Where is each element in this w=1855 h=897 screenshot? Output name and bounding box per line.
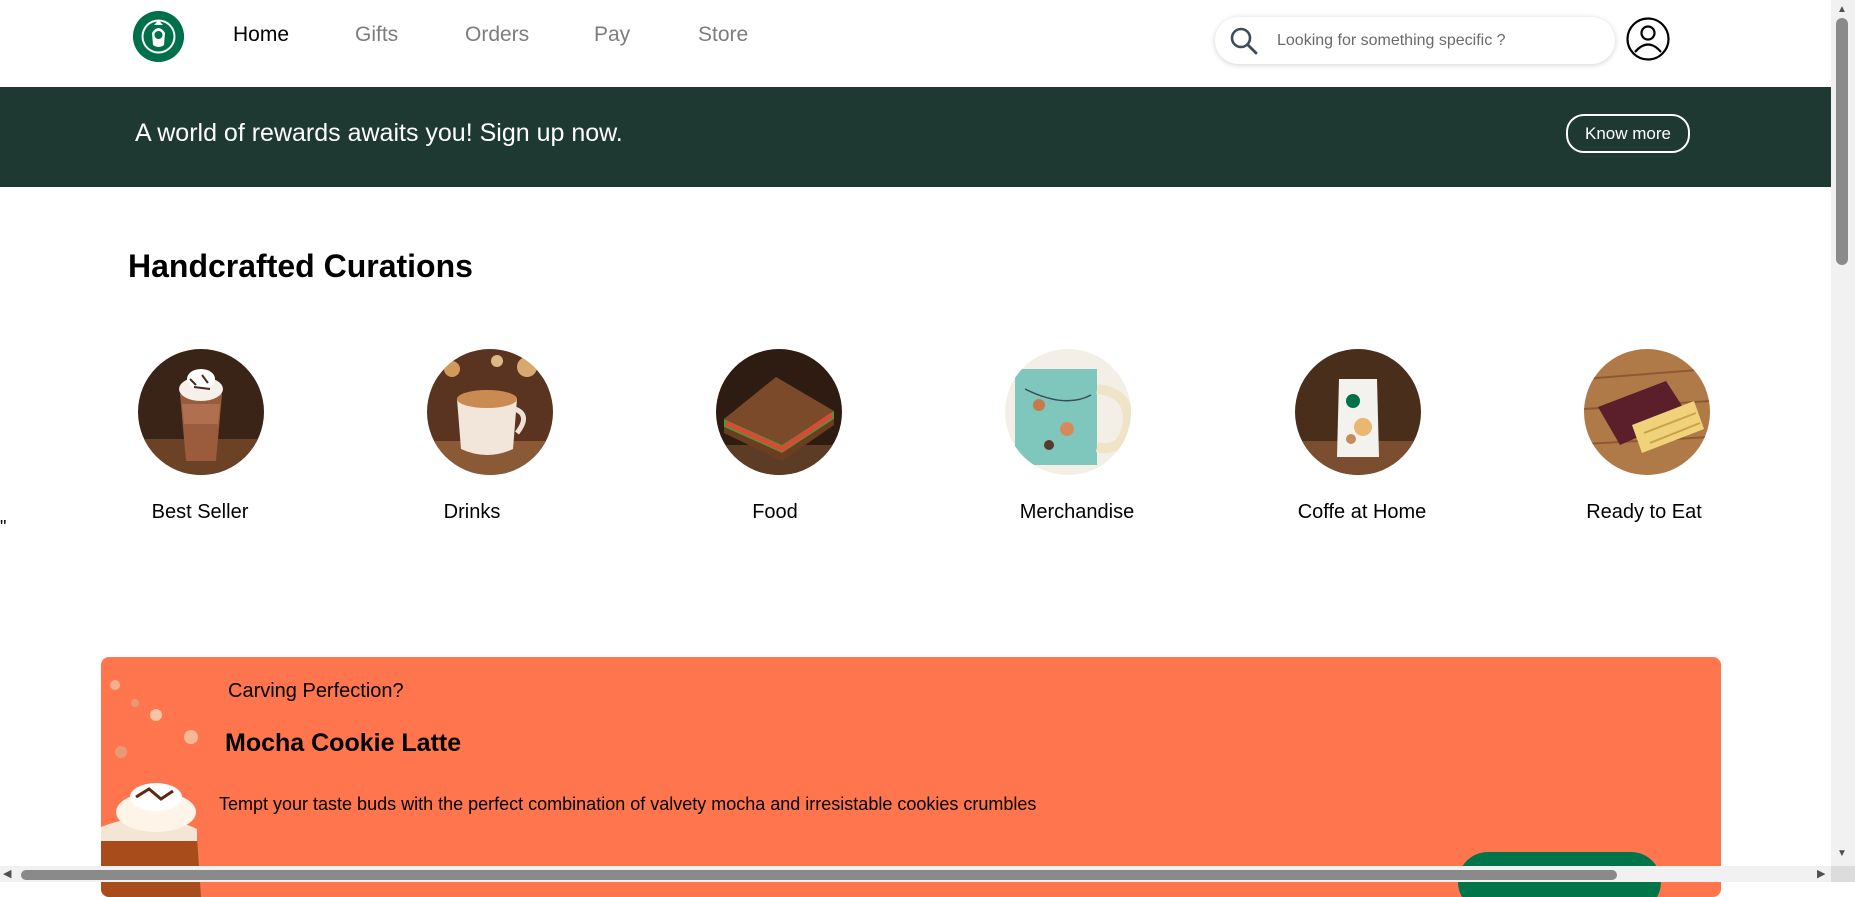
nav-pay[interactable]: Pay bbox=[594, 23, 630, 47]
nav-gifts[interactable]: Gifts bbox=[355, 23, 398, 47]
horizontal-scroll-thumb[interactable] bbox=[21, 870, 1617, 880]
sandwich-image bbox=[716, 349, 842, 475]
scroll-down-arrow-icon[interactable]: ▼ bbox=[1837, 848, 1847, 859]
promo-kicker: Carving Perfection? bbox=[228, 680, 404, 702]
category-merchandise[interactable] bbox=[1005, 349, 1131, 475]
stray-quote-text: " bbox=[0, 517, 7, 537]
nav-home[interactable]: Home bbox=[233, 23, 289, 47]
category-label-ready-to-eat: Ready to Eat bbox=[1586, 501, 1702, 523]
starbucks-logo[interactable] bbox=[133, 11, 184, 62]
category-label-food: Food bbox=[752, 501, 798, 523]
scroll-right-arrow-icon[interactable]: ▶ bbox=[1817, 867, 1825, 880]
mug-image bbox=[1005, 349, 1131, 475]
user-icon[interactable] bbox=[1626, 17, 1670, 61]
rewards-banner: A world of rewards awaits you! Sign up n… bbox=[0, 87, 1831, 187]
horizontal-scrollbar[interactable]: ◀ ▶ bbox=[0, 866, 1831, 882]
vertical-scroll-thumb[interactable] bbox=[1836, 18, 1848, 265]
scrollbar-corner bbox=[1831, 866, 1855, 882]
category-label-merchandise: Merchandise bbox=[1019, 501, 1135, 523]
scroll-left-arrow-icon[interactable]: ◀ bbox=[3, 867, 11, 880]
promo-title: Mocha Cookie Latte bbox=[225, 729, 462, 757]
top-navigation-bar: Home Gifts Orders Pay Store bbox=[0, 0, 1831, 87]
coffee-bag-image bbox=[1295, 349, 1421, 475]
promo-description: Tempt your taste buds with the perfect c… bbox=[219, 794, 1037, 814]
search-input[interactable] bbox=[1275, 25, 1599, 57]
category-drinks[interactable] bbox=[427, 349, 553, 475]
rewards-banner-text: A world of rewards awaits you! Sign up n… bbox=[135, 119, 623, 147]
promo-card: Carving Perfection? Mocha Cookie Latte T… bbox=[101, 657, 1721, 897]
scroll-up-arrow-icon[interactable]: ▲ bbox=[1837, 4, 1847, 15]
nav-orders[interactable]: Orders bbox=[465, 23, 529, 47]
category-label-best-seller: Best Seller bbox=[151, 501, 249, 523]
search-box bbox=[1215, 17, 1615, 64]
category-label-drinks: Drinks bbox=[443, 501, 501, 523]
category-food[interactable] bbox=[716, 349, 842, 475]
category-label-coffee-at-home: Coffe at Home bbox=[1297, 501, 1427, 523]
category-coffee-at-home[interactable] bbox=[1295, 349, 1421, 475]
category-ready-to-eat[interactable] bbox=[1584, 349, 1710, 475]
frappuccino-image bbox=[138, 349, 264, 475]
latte-cup-image bbox=[427, 349, 553, 475]
section-title: Handcrafted Curations bbox=[128, 248, 473, 284]
nav-store[interactable]: Store bbox=[698, 23, 748, 47]
know-more-button[interactable]: Know more bbox=[1566, 114, 1690, 153]
vertical-scrollbar[interactable]: ▲ ▼ bbox=[1831, 0, 1855, 866]
mocha-cookie-latte-image bbox=[101, 680, 201, 897]
category-best-seller[interactable] bbox=[138, 349, 264, 475]
chocolate-box-image bbox=[1584, 349, 1710, 475]
search-icon[interactable] bbox=[1229, 26, 1259, 56]
